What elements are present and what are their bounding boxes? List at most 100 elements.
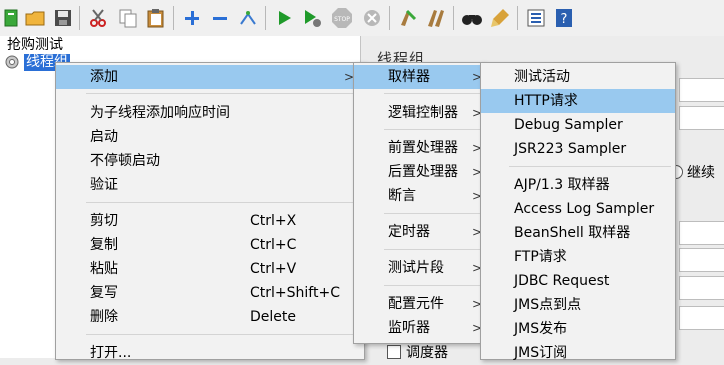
open-folder-icon[interactable] — [24, 7, 46, 29]
menu-separator — [384, 249, 480, 250]
start-icon[interactable] — [273, 7, 295, 29]
menu-item-shortcut: Ctrl+V — [250, 261, 297, 277]
tree-root-label[interactable]: 抢购测试 — [7, 36, 63, 54]
menu-item-jms-publisher[interactable]: JMS发布 — [481, 317, 675, 341]
threads-field[interactable] — [679, 221, 724, 245]
loop-count-field[interactable] — [679, 276, 724, 300]
collapse-icon[interactable] — [209, 7, 231, 29]
menu-item-label: 不停顿启动 — [90, 153, 160, 169]
cut-icon[interactable] — [87, 7, 109, 29]
scheduler-option[interactable]: 调度器 — [387, 342, 448, 362]
comment-field[interactable] — [679, 106, 724, 130]
menu-separator — [384, 129, 480, 130]
menu-item-duplicate[interactable]: 复写 Ctrl+Shift+C — [56, 281, 364, 305]
toggle-icon[interactable] — [237, 7, 259, 29]
menu-item-jms-subscriber[interactable]: JMS订阅 — [481, 341, 675, 365]
menu-item-label: 粘贴 — [90, 261, 118, 277]
menu-item-debug-sampler[interactable]: Debug Sampler — [481, 113, 675, 137]
menu-item-start-no-pause[interactable]: 不停顿启动 — [56, 149, 364, 173]
menu-item-label: 取样器 — [388, 69, 430, 85]
ramp-up-field[interactable] — [679, 248, 724, 272]
menu-item-config-element[interactable]: 配置元件 > — [354, 292, 484, 316]
menu-item-test-action[interactable]: 测试活动 — [481, 65, 675, 89]
toolbar: STOP ? — [0, 0, 724, 37]
menu-item-validate[interactable]: 验证 — [56, 173, 364, 197]
menu-item-paste[interactable]: 粘贴 Ctrl+V — [56, 257, 364, 281]
help-icon[interactable]: ? — [553, 7, 575, 29]
menu-separator — [509, 166, 671, 167]
menu-item-timer[interactable]: 定时器 > — [354, 220, 484, 244]
menu-item-http-request[interactable]: HTTP请求 — [481, 89, 675, 113]
menu-separator — [384, 93, 480, 94]
reset-search-icon[interactable] — [489, 7, 511, 29]
menu-item-beanshell-sampler[interactable]: BeanShell 取样器 — [481, 221, 675, 245]
sampler-submenu: 测试活动 HTTP请求 Debug Sampler JSR223 Sampler… — [480, 62, 676, 361]
menu-item-label: JMS点到点 — [514, 297, 582, 313]
menu-item-cut[interactable]: 剪切 Ctrl+X — [56, 209, 364, 233]
name-field[interactable] — [679, 78, 724, 102]
menu-item-label: 添加 — [90, 69, 118, 85]
scheduler-checkbox[interactable] — [387, 345, 401, 359]
menu-item-label: Debug Sampler — [514, 117, 623, 133]
start-no-pause-icon[interactable] — [301, 7, 323, 29]
expand-icon[interactable] — [181, 7, 203, 29]
menu-item-label: 监听器 — [388, 320, 430, 336]
menu-item-label: FTP请求 — [514, 249, 567, 265]
menu-item-jdbc-request[interactable]: JDBC Request — [481, 269, 675, 293]
menu-item-label: 后置处理器 — [388, 164, 458, 180]
new-plan-icon[interactable] — [0, 7, 22, 29]
toolbar-separator — [265, 6, 266, 30]
menu-item-open[interactable]: 打开... — [56, 341, 364, 365]
toolbar-separator — [389, 6, 390, 30]
menu-item-shortcut: Ctrl+X — [250, 213, 297, 229]
menu-item-ftp-request[interactable]: FTP请求 — [481, 245, 675, 269]
delay-field[interactable] — [679, 306, 724, 330]
shutdown-icon[interactable] — [361, 7, 383, 29]
menu-item-assertion[interactable]: 断言 > — [354, 184, 484, 208]
menu-item-label: 测试活动 — [514, 69, 570, 85]
clear-icon[interactable] — [397, 7, 419, 29]
menu-item-label: 前置处理器 — [388, 140, 458, 156]
menu-item-ajp-sampler[interactable]: AJP/1.3 取样器 — [481, 173, 675, 197]
save-icon[interactable] — [52, 7, 74, 29]
menu-item-label: JDBC Request — [514, 273, 610, 289]
menu-separator — [86, 93, 360, 94]
menu-item-shortcut: Ctrl+Shift+C — [250, 285, 340, 301]
menu-item-label: 打开... — [90, 345, 132, 361]
toolbar-separator — [173, 6, 174, 30]
menu-item-label: 逻辑控制器 — [388, 105, 458, 121]
menu-item-jms-point-to-point[interactable]: JMS点到点 — [481, 293, 675, 317]
context-menu: 添加 > 为子线程添加响应时间 启动 不停顿启动 验证 剪切 Ctrl+X 复制… — [55, 62, 365, 361]
menu-item-shortcut: Ctrl+C — [250, 237, 297, 253]
menu-item-sampler[interactable]: 取样器 > — [354, 65, 484, 89]
clear-all-icon[interactable] — [425, 7, 447, 29]
toolbar-separator — [453, 6, 454, 30]
menu-item-delete[interactable]: 删除 Delete — [56, 305, 364, 329]
menu-item-label: JMS订阅 — [514, 345, 568, 361]
svg-text:STOP: STOP — [334, 16, 350, 23]
paste-icon[interactable] — [145, 7, 167, 29]
menu-item-copy[interactable]: 复制 Ctrl+C — [56, 233, 364, 257]
menu-item-jsr223-sampler[interactable]: JSR223 Sampler — [481, 137, 675, 161]
stop-icon[interactable]: STOP — [331, 7, 353, 29]
menu-item-listener[interactable]: 监听器 > — [354, 316, 484, 340]
menu-item-label: 复制 — [90, 237, 118, 253]
menu-item-add-response-time[interactable]: 为子线程添加响应时间 — [56, 101, 364, 125]
menu-item-test-fragment[interactable]: 测试片段 > — [354, 256, 484, 280]
menu-item-logic-controller[interactable]: 逻辑控制器 > — [354, 101, 484, 125]
menu-item-pre-processor[interactable]: 前置处理器 > — [354, 136, 484, 160]
menu-separator — [86, 202, 360, 203]
menu-item-add[interactable]: 添加 > — [56, 65, 364, 89]
menu-item-post-processor[interactable]: 后置处理器 > — [354, 160, 484, 184]
menu-item-start[interactable]: 启动 — [56, 125, 364, 149]
menu-item-access-log-sampler[interactable]: Access Log Sampler — [481, 197, 675, 221]
menu-item-label: JMS发布 — [514, 321, 568, 337]
copy-icon[interactable] — [117, 7, 139, 29]
menu-item-label: 测试片段 — [388, 260, 444, 276]
function-helper-icon[interactable] — [525, 7, 547, 29]
menu-item-label: BeanShell 取样器 — [514, 225, 631, 241]
search-icon[interactable] — [461, 7, 483, 29]
menu-item-label: 定时器 — [388, 224, 430, 240]
svg-text:?: ? — [561, 12, 568, 27]
menu-item-label: 复写 — [90, 285, 118, 301]
